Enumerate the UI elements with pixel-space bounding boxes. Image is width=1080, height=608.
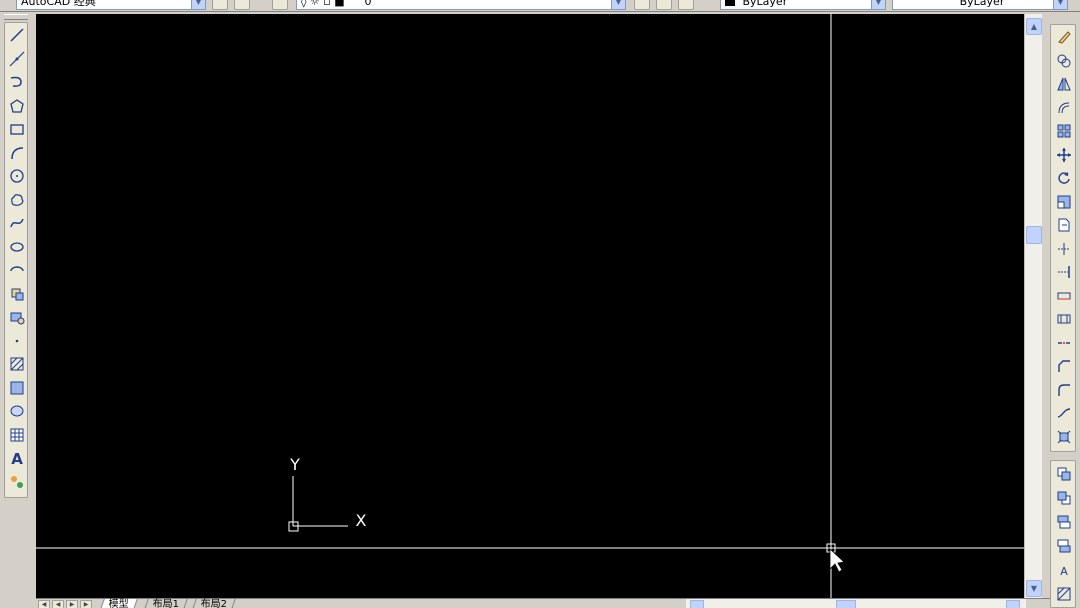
insert-block-icon[interactable] [7,284,27,304]
chamfer-icon[interactable] [1054,356,1074,376]
break-icon[interactable] [1054,309,1074,329]
scroll-up-icon[interactable]: ▲ [1026,18,1042,35]
layer-combo[interactable]: ◊ ☼ ▫ ■ 0 ▼ [296,0,626,10]
extend-icon[interactable] [1054,262,1074,282]
construction-line-icon[interactable] [7,49,27,69]
rotate-icon[interactable] [1054,168,1074,188]
ucs-y-label: Y [289,455,300,474]
mirror-icon[interactable] [1054,74,1074,94]
layout-tab-bar: ◀ ◀ ▶ ▶ 模型 布局1 布局2 [36,598,1050,608]
line-icon[interactable] [7,25,27,45]
ucs-icon: Y X [288,455,367,532]
break-at-point-icon[interactable] [1054,286,1074,306]
point-icon[interactable] [7,331,27,351]
gradient-icon[interactable] [7,378,27,398]
layout-tab-3[interactable]: 布局2 [192,599,237,608]
draworder-back-icon[interactable] [1054,488,1074,508]
table-icon[interactable] [7,425,27,445]
hatch-back-icon[interactable] [1054,584,1074,604]
array-icon[interactable] [1054,121,1074,141]
chevron-down-icon[interactable]: ▼ [191,0,205,9]
circle-icon[interactable] [7,166,27,186]
canvas-svg: Y X [36,14,1024,598]
mouse-cursor-icon [829,548,845,573]
explode-icon[interactable] [1054,427,1074,447]
layer-state-icons: ◊ ☼ ▫ ■ [301,0,345,8]
make-object-layer-current-icon[interactable] [634,0,650,10]
blend-icon[interactable] [1054,403,1074,423]
top-toolbar: AutoCAD 经典 ▼ ◊ ☼ ▫ ■ 0 ▼ ByLayer ▼ ByLay… [0,0,1080,12]
layout-tab-label: 布局1 [152,599,180,608]
workspace-combo[interactable]: AutoCAD 经典 ▼ [16,0,206,10]
layer-manager-icon[interactable] [272,0,288,10]
color-combo-value: ByLayer [742,0,788,8]
multiline-text-icon[interactable]: A [7,448,27,468]
arc-icon[interactable] [7,143,27,163]
stretch-icon[interactable] [1054,215,1074,235]
make-block-icon[interactable] [7,307,27,327]
draworder-under-icon[interactable] [1054,536,1074,556]
trim-icon[interactable] [1054,239,1074,259]
polyline-icon[interactable] [7,72,27,92]
svg-text:A: A [1060,565,1068,578]
fillet-icon[interactable] [1054,380,1074,400]
scale-icon[interactable] [1054,192,1074,212]
next-tab-icon[interactable]: ▶ [66,600,78,608]
draworder-front-icon[interactable] [1054,464,1074,484]
hatch-icon[interactable] [7,354,27,374]
vertical-scrollbar[interactable]: ▲ ▼ [1024,14,1042,598]
svg-text:A: A [11,450,23,466]
layout-tab-label: 模型 [108,599,129,608]
scroll-down-icon[interactable]: ▼ [1026,580,1042,597]
draworder-toolbar: A [1050,460,1076,608]
chevron-down-icon[interactable]: ▼ [871,0,885,9]
autocad-window: AutoCAD 经典 ▼ ◊ ☼ ▫ ■ 0 ▼ ByLayer ▼ ByLay… [0,0,1080,608]
horizontal-scroll-thumb[interactable] [836,600,856,608]
chevron-down-icon[interactable]: ▼ [1053,0,1067,9]
layer-combo-value: 0 [364,0,372,8]
first-tab-icon[interactable]: ◀ [38,600,50,608]
left-toolbar-grip[interactable] [4,14,28,20]
horizontal-scrollbar[interactable] [686,599,1026,608]
chevron-down-icon[interactable]: ▼ [611,0,625,9]
last-tab-icon[interactable]: ▶ [80,600,92,608]
customize-icon[interactable] [234,0,250,10]
copy-icon[interactable] [1054,51,1074,71]
spline-icon[interactable] [7,213,27,233]
layout-tab-1[interactable]: 模型 [100,599,138,608]
layer-previous-icon[interactable] [656,0,672,10]
color-swatch [725,0,735,6]
layer-states-icon[interactable] [678,0,694,10]
scroll-left-icon[interactable] [690,600,704,608]
draworder-above-icon[interactable] [1054,512,1074,532]
workspace-combo-value: AutoCAD 经典 [21,0,96,8]
layout-tab-label: 布局2 [200,599,228,608]
linetype-combo[interactable]: ByLayer ▼ [892,0,1068,10]
ucs-x-label: X [356,511,367,530]
revision-cloud-icon[interactable] [7,190,27,210]
join-icon[interactable] [1054,333,1074,353]
erase-icon[interactable] [1054,27,1074,47]
ellipse-arc-icon[interactable] [7,260,27,280]
polygon-icon[interactable] [7,96,27,116]
offset-icon[interactable] [1054,98,1074,118]
modify-toolbar [1050,24,1076,452]
move-icon[interactable] [1054,145,1074,165]
region-icon[interactable] [7,401,27,421]
text-front-icon[interactable]: A [1054,560,1074,580]
linetype-combo-value: ByLayer [959,0,1005,8]
workspace-settings-icon[interactable] [212,0,228,10]
ellipse-icon[interactable] [7,237,27,257]
drawing-canvas[interactable]: Y X [36,14,1024,598]
color-combo[interactable]: ByLayer ▼ [720,0,886,10]
draw-toolbar: A [4,22,28,498]
layout-tab-2[interactable]: 布局1 [144,599,189,608]
add-selected-icon[interactable] [7,472,27,492]
vertical-scroll-thumb[interactable] [1026,226,1042,244]
rectangle-icon[interactable] [7,119,27,139]
scroll-right-icon[interactable] [1006,600,1020,608]
prev-tab-icon[interactable]: ◀ [52,600,64,608]
